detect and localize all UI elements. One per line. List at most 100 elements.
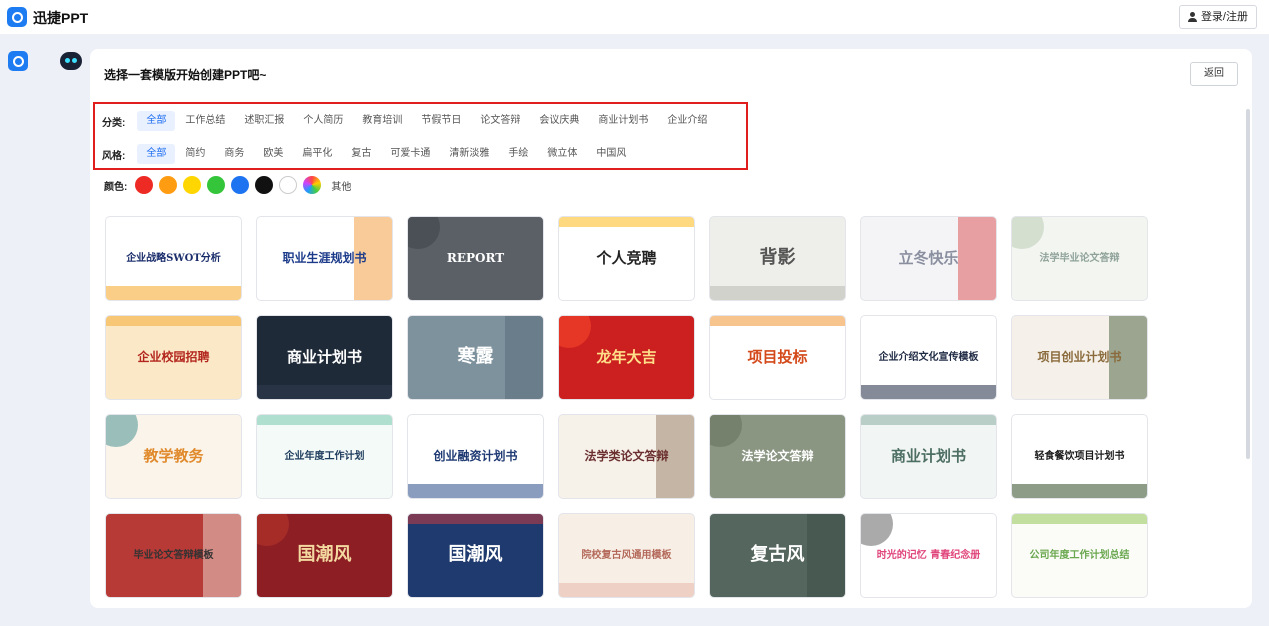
category-chip[interactable]: 论文答辩 xyxy=(471,111,529,131)
color-other-option[interactable]: 其他 xyxy=(331,178,351,193)
template-thumbnail[interactable]: 时光的记忆 青春纪念册 xyxy=(860,513,997,598)
style-chip[interactable]: 清新淡雅 xyxy=(440,144,498,164)
template-thumbnail[interactable]: 职业生涯规划书 xyxy=(256,216,393,301)
template-title: 复古风 xyxy=(750,544,805,566)
template-thumbnail[interactable]: 背影 xyxy=(709,216,846,301)
template-thumbnail[interactable]: 毕业论文答辩模板 xyxy=(105,513,242,598)
template-title: 院校复古风通用模板 xyxy=(581,549,672,561)
category-chip[interactable]: 个人简历 xyxy=(294,111,352,131)
category-chip[interactable]: 全部 xyxy=(137,111,176,131)
template-thumbnail[interactable]: 立冬快乐 xyxy=(860,216,997,301)
thumbnail-decoration xyxy=(559,217,694,227)
template-title: 企业年度工作计划 xyxy=(284,450,365,462)
color-swatch[interactable] xyxy=(303,176,322,194)
style-chip[interactable]: 商务 xyxy=(215,144,253,164)
color-filter-row: 颜色: 其他 xyxy=(104,176,351,194)
template-thumbnail[interactable]: 企业年度工作计划 xyxy=(256,414,393,499)
template-thumbnail[interactable]: 商业计划书 xyxy=(256,315,393,400)
thumbnail-decoration xyxy=(807,514,845,597)
template-thumbnail[interactable]: 项目投标 xyxy=(709,315,846,400)
category-label: 分类: xyxy=(102,117,126,129)
style-chip[interactable]: 微立体 xyxy=(538,144,586,164)
template-thumbnail[interactable]: REPORT xyxy=(407,216,544,301)
template-title: 教学教务 xyxy=(143,446,204,465)
category-chip[interactable]: 述职汇报 xyxy=(235,111,293,131)
template-title: 毕业论文答辩模板 xyxy=(133,549,214,561)
style-chip[interactable]: 欧美 xyxy=(254,144,292,164)
template-thumbnail[interactable]: 个人竞聘 xyxy=(558,216,695,301)
template-thumbnail[interactable]: 龙年大吉 xyxy=(558,315,695,400)
thumbnail-decoration xyxy=(106,415,138,447)
assistant-avatar xyxy=(60,52,82,70)
color-swatch[interactable] xyxy=(231,176,250,194)
template-thumbnail[interactable]: 商业计划书 xyxy=(860,414,997,499)
color-swatch[interactable] xyxy=(279,176,298,194)
template-thumbnail[interactable]: 项目创业计划书 xyxy=(1011,315,1148,400)
template-title: 企业介绍文化宣传模板 xyxy=(878,351,979,363)
template-thumbnail[interactable]: 企业校园招聘 xyxy=(105,315,242,400)
color-swatch[interactable] xyxy=(207,176,226,194)
style-chip[interactable]: 中国风 xyxy=(587,144,635,164)
style-chip[interactable]: 可爱卡通 xyxy=(381,144,439,164)
category-chip[interactable]: 节假节日 xyxy=(412,111,470,131)
category-chip[interactable]: 企业介绍 xyxy=(658,111,716,131)
style-chip[interactable]: 手绘 xyxy=(499,144,537,164)
scrollbar[interactable] xyxy=(1246,109,1250,459)
category-chip[interactable]: 会议庆典 xyxy=(530,111,588,131)
style-filter-row: 风格: 全部 简约 商务 欧美 扁平化 复古 可爱卡通 清新淡雅 手绘 微立体 中国风 xyxy=(102,143,636,165)
template-title: 项目创业计划书 xyxy=(1037,349,1122,364)
template-title: 立冬快乐 xyxy=(898,248,959,267)
template-title: 企业战略SWOT分析 xyxy=(126,252,221,264)
template-thumbnail[interactable]: 法学类论文答辩 xyxy=(558,414,695,499)
template-title: 公司年度工作计划总结 xyxy=(1029,549,1130,561)
color-swatch[interactable] xyxy=(135,176,154,194)
thumbnail-decoration xyxy=(106,316,241,326)
template-thumbnail[interactable]: 院校复古风通用模板 xyxy=(558,513,695,598)
template-thumbnail[interactable]: 寒露 xyxy=(407,315,544,400)
style-chip[interactable]: 复古 xyxy=(342,144,380,164)
thumbnail-decoration xyxy=(710,415,742,447)
color-swatch[interactable] xyxy=(159,176,178,194)
template-title: 创业融资计划书 xyxy=(433,448,518,463)
template-thumbnail[interactable]: 公司年度工作计划总结 xyxy=(1011,513,1148,598)
category-chip[interactable]: 商业计划书 xyxy=(589,111,657,131)
template-title: 时光的记忆 青春纪念册 xyxy=(876,549,981,561)
category-chip[interactable]: 工作总结 xyxy=(176,111,234,131)
login-button[interactable]: 登录/注册 xyxy=(1178,5,1257,29)
category-chip[interactable]: 教育培训 xyxy=(353,111,411,131)
template-title: 项目投标 xyxy=(747,347,808,366)
app-logo-icon[interactable] xyxy=(7,7,27,27)
thumbnail-decoration xyxy=(257,514,289,546)
template-title: 企业校园招聘 xyxy=(137,349,210,364)
template-title: REPORT xyxy=(446,250,505,265)
template-thumbnail[interactable]: 国潮风 xyxy=(407,513,544,598)
template-thumbnail[interactable]: 创业融资计划书 xyxy=(407,414,544,499)
template-thumbnail[interactable]: 企业介绍文化宣传模板 xyxy=(860,315,997,400)
template-thumbnail[interactable]: 轻食餐饮项目计划书 xyxy=(1011,414,1148,499)
style-chip[interactable]: 全部 xyxy=(137,144,176,164)
thumbnail-decoration xyxy=(861,415,996,425)
category-filter-row: 分类: 全部 工作总结 述职汇报 个人简历 教育培训 节假节日 论文答辩 会议庆典 商业计划书企… xyxy=(102,110,717,132)
template-thumbnail[interactable]: 国潮风 xyxy=(256,513,393,598)
template-title: 商业计划书 xyxy=(286,347,362,366)
style-chip[interactable]: 扁平化 xyxy=(293,144,341,164)
template-thumbnail[interactable]: 法学毕业论文答辩 xyxy=(1011,216,1148,301)
template-title: 法学论文答辩 xyxy=(741,448,814,463)
top-bar: 迅捷PPT 登录/注册 xyxy=(0,0,1269,34)
color-swatch[interactable] xyxy=(183,176,202,194)
template-picker-card: 选择一套模版开始创建PPT吧~ 返回 分类: 全部 工作总结 述职汇报 个人简历 教育培… xyxy=(90,49,1252,608)
template-thumbnail[interactable]: 复古风 xyxy=(709,513,846,598)
page-title: 选择一套模版开始创建PPT吧~ xyxy=(104,68,267,82)
color-swatch[interactable] xyxy=(255,176,274,194)
template-thumbnail[interactable]: 企业战略SWOT分析 xyxy=(105,216,242,301)
thumbnail-decoration xyxy=(710,286,845,300)
brand-name[interactable]: 迅捷PPT xyxy=(33,8,88,28)
thumbnail-decoration xyxy=(505,316,543,399)
thumbnail-decoration xyxy=(559,583,694,597)
sidebar-logo-icon[interactable] xyxy=(8,51,28,71)
back-button[interactable]: 返回 xyxy=(1190,62,1238,86)
template-thumbnail[interactable]: 教学教务 xyxy=(105,414,242,499)
template-title: 寒露 xyxy=(457,346,494,368)
style-chip[interactable]: 简约 xyxy=(176,144,214,164)
template-thumbnail[interactable]: 法学论文答辩 xyxy=(709,414,846,499)
